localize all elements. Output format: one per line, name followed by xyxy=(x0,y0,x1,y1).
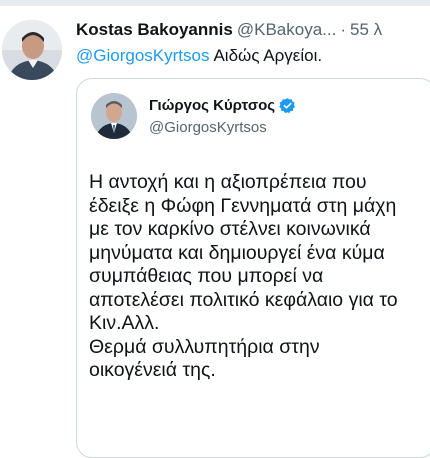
separator-dot: · xyxy=(340,20,346,39)
quoted-text-line: έδειξε η Φώφη Γεννηματά στη μάχη xyxy=(89,194,397,217)
quoted-author-handle[interactable]: @GiorgosKyrtsos xyxy=(149,119,267,136)
author-name[interactable]: Kostas Bakoyannis xyxy=(76,20,233,39)
quoted-text-line: αποτελέσει πολιτικό κεφάλαιο για το xyxy=(89,288,398,311)
tweet-header: Kostas Bakoyannis @KBakoya... · 55 λ xyxy=(76,20,424,40)
quoted-avatar[interactable] xyxy=(91,93,137,139)
verified-badge-icon xyxy=(279,98,295,114)
quoted-text-line: Η αντοχή και η αξιοπρέπεια που xyxy=(89,171,367,193)
quoted-text-line: μηνύματα και δημιουργεί ένα κύμα xyxy=(89,241,385,264)
quoted-text-line: συμπάθειας που μπορεί να xyxy=(89,265,324,287)
quoted-text-line: Κιν.Αλλ. xyxy=(89,312,160,334)
quoted-text-line: οικογένειά της. xyxy=(89,359,216,381)
timestamp[interactable]: 55 λ xyxy=(350,20,382,39)
quoted-text-line: με τον καρκίνο στέλνει κοινωνικά xyxy=(89,218,371,240)
quoted-tweet-text: Η αντοχή και η αξιοπρέπεια που έδειξε η … xyxy=(89,171,427,383)
mention-link[interactable]: @GiorgosKyrtsos xyxy=(76,46,209,65)
quoted-text-line: Θερμά συλλυπητήρια στην xyxy=(89,335,320,358)
quoted-name-row: Γιώργος Κύρτσος xyxy=(149,97,296,114)
quoted-avatar-image xyxy=(91,93,137,139)
avatar[interactable] xyxy=(2,20,62,80)
top-divider xyxy=(0,0,430,6)
author-handle[interactable]: @KBakoya... xyxy=(237,20,336,39)
quoted-author-name[interactable]: Γιώργος Κύρτσος xyxy=(149,97,275,114)
quoted-tweet-card[interactable]: Γιώργος Κύρτσος @GiorgosKyrtsos Η αντοχή… xyxy=(76,78,430,458)
author-avatar-image xyxy=(2,20,62,80)
reply-text: Αιδώς Αργείοι. xyxy=(213,46,323,65)
tweet-text: @GiorgosKyrtsos Αιδώς Αργείοι. xyxy=(76,46,424,66)
